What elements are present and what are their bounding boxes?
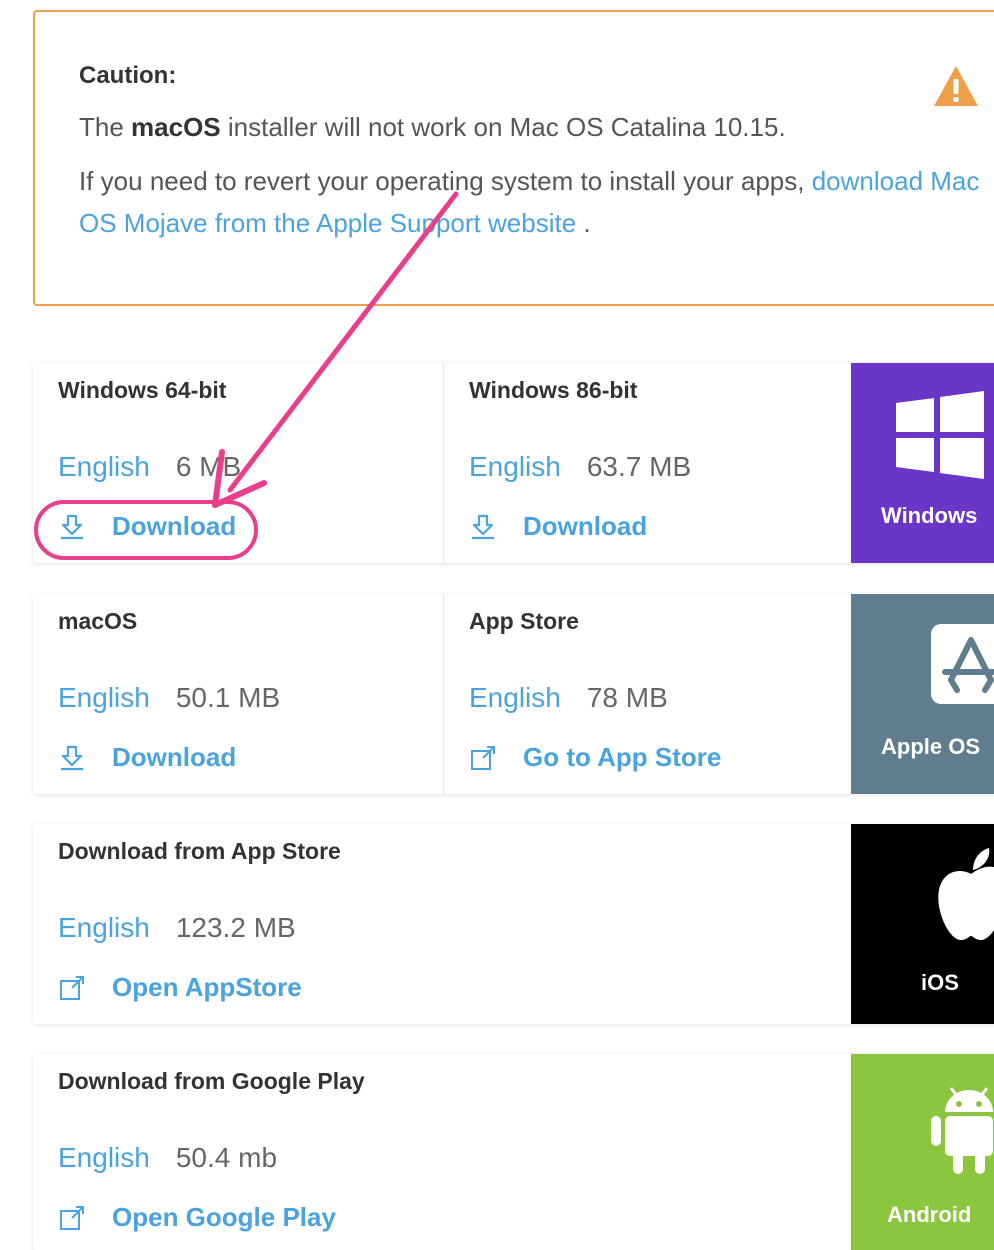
macos-title: macOS xyxy=(58,608,138,634)
go-to-app-store-button[interactable]: Go to App Store xyxy=(469,742,721,773)
language-label: English xyxy=(58,451,150,482)
app-store-title: App Store xyxy=(469,608,579,634)
windows-platform-tile: Windows xyxy=(851,363,994,563)
file-size: 50.4 mb xyxy=(175,1142,278,1173)
windows-86-title: Windows 86-bit xyxy=(469,377,638,403)
file-size: 6 MB xyxy=(175,451,242,482)
download-icon xyxy=(61,514,83,539)
macos-cell: macOS English 50.1 MB Download xyxy=(33,594,443,794)
language-label: English xyxy=(58,1142,150,1173)
language-label: English xyxy=(58,682,150,713)
macos-meta: English 50.1 MB xyxy=(58,682,280,714)
windows-64-title: Windows 64-bit xyxy=(58,377,227,403)
windows-logo-icon xyxy=(896,391,984,479)
file-size: 63.7 MB xyxy=(586,451,692,482)
language-label: English xyxy=(469,451,561,482)
android-platform-label: Android xyxy=(887,1202,972,1227)
download-icon xyxy=(61,745,83,770)
ios-platform-label: iOS xyxy=(921,970,959,995)
windows-64-meta: English 6 MB xyxy=(58,451,241,483)
windows-card: Windows 64-bit English 6 MB Download Wind… xyxy=(33,363,994,563)
caution-revert-message: If you need to revert your operating sys… xyxy=(79,166,980,238)
ios-meta: English 123.2 MB xyxy=(58,912,296,944)
external-link-icon xyxy=(471,745,495,770)
download-icon xyxy=(472,514,494,539)
app-store-icon xyxy=(931,624,994,704)
ios-platform-tile: iOS xyxy=(851,824,994,1024)
android-card: Download from Google Play English 50.4 mb… xyxy=(33,1054,994,1250)
external-link-icon xyxy=(60,1205,84,1230)
caution-title: Caution: xyxy=(79,62,177,89)
ios-title: Download from App Store xyxy=(58,838,341,864)
app-store-cell: App Store English 78 MB Go to App Store xyxy=(443,594,851,794)
warning-icon xyxy=(934,66,978,106)
windows-platform-label: Windows xyxy=(881,503,978,528)
open-google-play-button[interactable]: Open Google Play xyxy=(58,1202,336,1233)
caution-box: Caution: The macOS installer will not wo… xyxy=(33,10,994,306)
windows-86-meta: English 63.7 MB xyxy=(469,451,691,483)
open-appstore-button[interactable]: Open AppStore xyxy=(58,972,302,1003)
windows-64-cell: Windows 64-bit English 6 MB Download xyxy=(33,363,443,563)
android-meta: English 50.4 mb xyxy=(58,1142,277,1174)
ios-card: Download from App Store English 123.2 MB … xyxy=(33,824,994,1024)
caution-os-name: macOS xyxy=(131,112,221,142)
apple-os-platform-tile: Apple OS xyxy=(851,594,994,794)
android-title: Download from Google Play xyxy=(58,1068,365,1094)
apple-card: macOS English 50.1 MB Download App Store … xyxy=(33,594,994,794)
caution-message: The macOS installer will not work on Mac… xyxy=(79,112,786,142)
apple-logo-icon xyxy=(938,848,994,940)
windows-86-cell: Windows 86-bit English 63.7 MB Download xyxy=(443,363,851,563)
android-cell: Download from Google Play English 50.4 mb… xyxy=(33,1054,851,1250)
apple-os-platform-label: Apple OS xyxy=(881,734,981,759)
windows-64-download-button[interactable]: Download xyxy=(58,511,236,542)
file-size: 78 MB xyxy=(586,682,668,713)
app-store-meta: English 78 MB xyxy=(469,682,668,714)
windows-86-download-button[interactable]: Download xyxy=(469,511,647,542)
language-label: English xyxy=(469,682,561,713)
android-platform-tile: Android xyxy=(851,1054,994,1250)
external-link-icon xyxy=(60,975,84,1000)
macos-download-button[interactable]: Download xyxy=(58,742,236,773)
file-size: 123.2 MB xyxy=(175,912,296,943)
android-logo-icon xyxy=(931,1087,993,1174)
ios-cell: Download from App Store English 123.2 MB … xyxy=(33,824,851,1024)
language-label: English xyxy=(58,912,150,943)
file-size: 50.1 MB xyxy=(175,682,281,713)
